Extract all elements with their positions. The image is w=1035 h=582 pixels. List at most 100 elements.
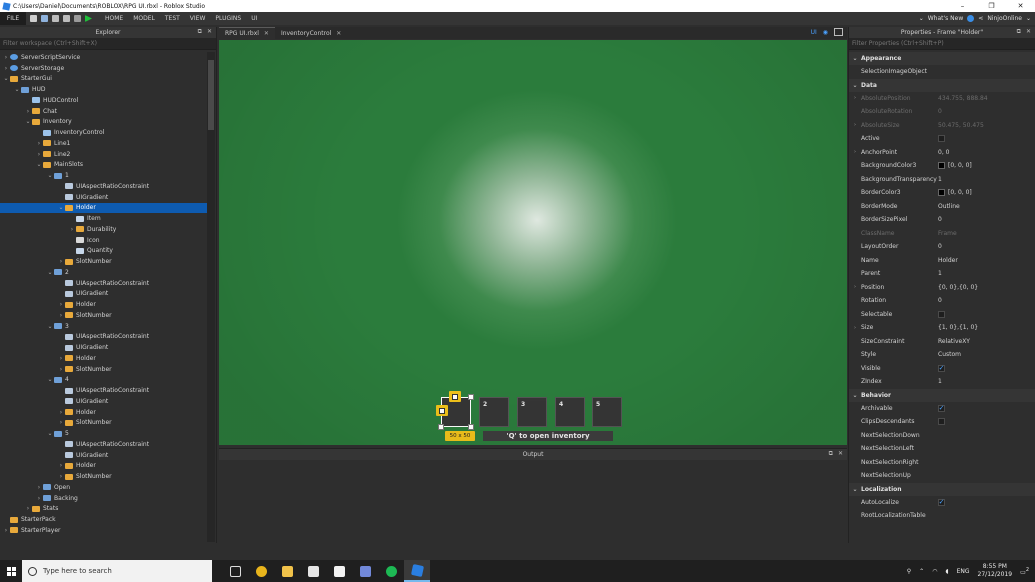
volume-icon[interactable]: ◖ [945,568,948,575]
property-row[interactable]: SelectionImageObject [849,65,1035,79]
tree-item[interactable]: › Holder [0,407,207,418]
close-icon[interactable]: ✕ [264,30,269,37]
tree-item[interactable]: UIAspectRatioConstraint [0,332,207,343]
user-menu-chevron-icon[interactable]: ⌄ [1026,15,1031,22]
property-value[interactable]: ✓ [938,404,945,412]
expand-chevron-icon[interactable]: › [2,54,10,61]
property-row[interactable]: NextSelectionDown [849,429,1035,443]
tree-item[interactable]: UIGradient [0,289,207,300]
chevron-down-icon[interactable]: ⌄ [849,55,861,62]
tree-item[interactable]: UIGradient [0,450,207,461]
file-menu[interactable]: FILE [0,12,26,25]
new-file-icon[interactable] [30,15,37,22]
expand-chevron-icon[interactable]: › [24,108,32,115]
tree-item[interactable]: › Stats [0,504,207,515]
close-button[interactable]: ✕ [1006,0,1035,12]
inventory-slot[interactable]: 2 [479,397,509,427]
chrome-button[interactable] [248,560,274,582]
ui-visibility-toggle[interactable]: UI [811,29,817,36]
close-icon[interactable]: ✕ [336,30,341,37]
property-row[interactable]: BackgroundColor3 [0, 0, 0] [849,159,1035,173]
tree-item[interactable]: ⌄ 2 [0,267,207,278]
tree-item[interactable]: ⌄ Inventory [0,117,207,128]
help-icon[interactable] [967,15,975,22]
expand-chevron-icon[interactable]: › [849,122,861,128]
tab-inventory-control[interactable]: InventoryControl ✕ [275,27,347,39]
game-viewport[interactable]: 2 3 4 5 50 x 50 'Q' to open inventory [219,40,847,445]
property-row[interactable]: ClassName Frame [849,227,1035,241]
expand-chevron-icon[interactable]: › [57,355,65,362]
tree-item[interactable]: › Open [0,482,207,493]
property-value[interactable]: Custom [938,351,961,358]
move-handle[interactable] [436,405,448,416]
device-emulator-icon[interactable] [834,28,843,36]
expand-chevron-icon[interactable]: › [68,226,76,233]
stop-icon[interactable] [74,15,81,22]
tree-item[interactable]: UIAspectRatioConstraint [0,181,207,192]
property-row[interactable]: LayoutOrder 0 [849,240,1035,254]
property-row[interactable]: Visible ✓ [849,362,1035,376]
expand-chevron-icon[interactable]: › [2,65,10,72]
property-row[interactable]: BorderColor3 [0, 0, 0] [849,186,1035,200]
property-value[interactable]: ✓ [938,498,945,506]
property-value[interactable]: {1, 0},{1, 0} [938,324,978,331]
menu-item-test[interactable]: TEST [160,15,185,22]
property-row[interactable]: ClipsDescendants [849,415,1035,429]
tree-item[interactable]: › Durability [0,224,207,235]
property-row[interactable]: AbsoluteRotation 0 [849,105,1035,119]
resize-handle[interactable] [468,394,474,400]
chevron-down-icon[interactable]: ⌄ [849,486,861,493]
redo-icon[interactable] [63,15,70,22]
expand-chevron-icon[interactable]: › [57,473,65,480]
resize-handle[interactable] [468,424,474,430]
property-value[interactable]: Holder [938,257,958,264]
task-view-button[interactable] [222,560,248,582]
expand-chevron-icon[interactable]: ⌄ [46,376,54,383]
property-value[interactable]: 434.755, 888.84 [938,95,988,102]
property-row[interactable]: BorderSizePixel 0 [849,213,1035,227]
property-value[interactable]: 50.475, 50.475 [938,122,984,129]
property-row[interactable]: BackgroundTransparency 1 [849,173,1035,187]
tree-item[interactable]: UIAspectRatioConstraint [0,385,207,396]
expand-chevron-icon[interactable]: › [57,258,65,265]
tree-item[interactable]: Icon [0,235,207,246]
tree-item[interactable]: UIAspectRatioConstraint [0,278,207,289]
tree-item[interactable]: Quantity [0,246,207,257]
property-value[interactable]: 0 [938,243,942,250]
expand-chevron-icon[interactable]: › [57,301,65,308]
close-panel-icon[interactable]: ✕ [1026,28,1031,36]
tree-item[interactable]: ⌄ 4 [0,375,207,386]
expand-chevron-icon[interactable]: › [35,151,43,158]
property-row[interactable]: NextSelectionUp [849,469,1035,483]
property-value[interactable]: ✓ [938,364,945,372]
tree-item[interactable]: › SlotNumber [0,364,207,375]
explorer-filter-input[interactable]: Filter workspace (Ctrl+Shift+X) [0,38,216,50]
property-value[interactable]: 1 [938,176,942,183]
dock-icon[interactable]: ⧉ [198,28,202,36]
expand-chevron-icon[interactable]: ⌄ [46,323,54,330]
property-row[interactable]: Style Custom [849,348,1035,362]
checkbox-unchecked[interactable] [938,418,945,426]
expand-chevron-icon[interactable]: ⌄ [13,86,21,93]
expand-chevron-icon[interactable]: › [57,462,65,469]
expand-chevron-icon[interactable]: › [849,95,861,101]
eye-icon[interactable]: ◉ [823,29,828,36]
tree-item[interactable]: Item [0,213,207,224]
checkbox-unchecked[interactable] [938,310,945,318]
discord-button[interactable] [352,560,378,582]
chevron-down-icon[interactable]: ⌄ [919,15,924,22]
restore-button[interactable]: ❐ [977,0,1006,12]
menu-item-model[interactable]: MODEL [128,15,160,22]
property-value[interactable]: 0 [938,108,942,115]
expand-chevron-icon[interactable]: ⌄ [46,269,54,276]
property-row[interactable]: BorderMode Outline [849,200,1035,214]
tree-item[interactable]: › Holder [0,461,207,472]
property-value[interactable]: Outline [938,203,960,210]
inventory-slot[interactable]: 5 [592,397,622,427]
tree-item[interactable]: › ServerScriptService [0,52,207,63]
tree-item[interactable]: ⌄ StarterGui [0,74,207,85]
property-value[interactable]: [0, 0, 0] [938,189,972,197]
explorer-scrollbar[interactable] [207,52,215,542]
tree-item[interactable]: › Holder [0,299,207,310]
clock[interactable]: 8:55 PM 27/12/2019 [978,563,1013,579]
